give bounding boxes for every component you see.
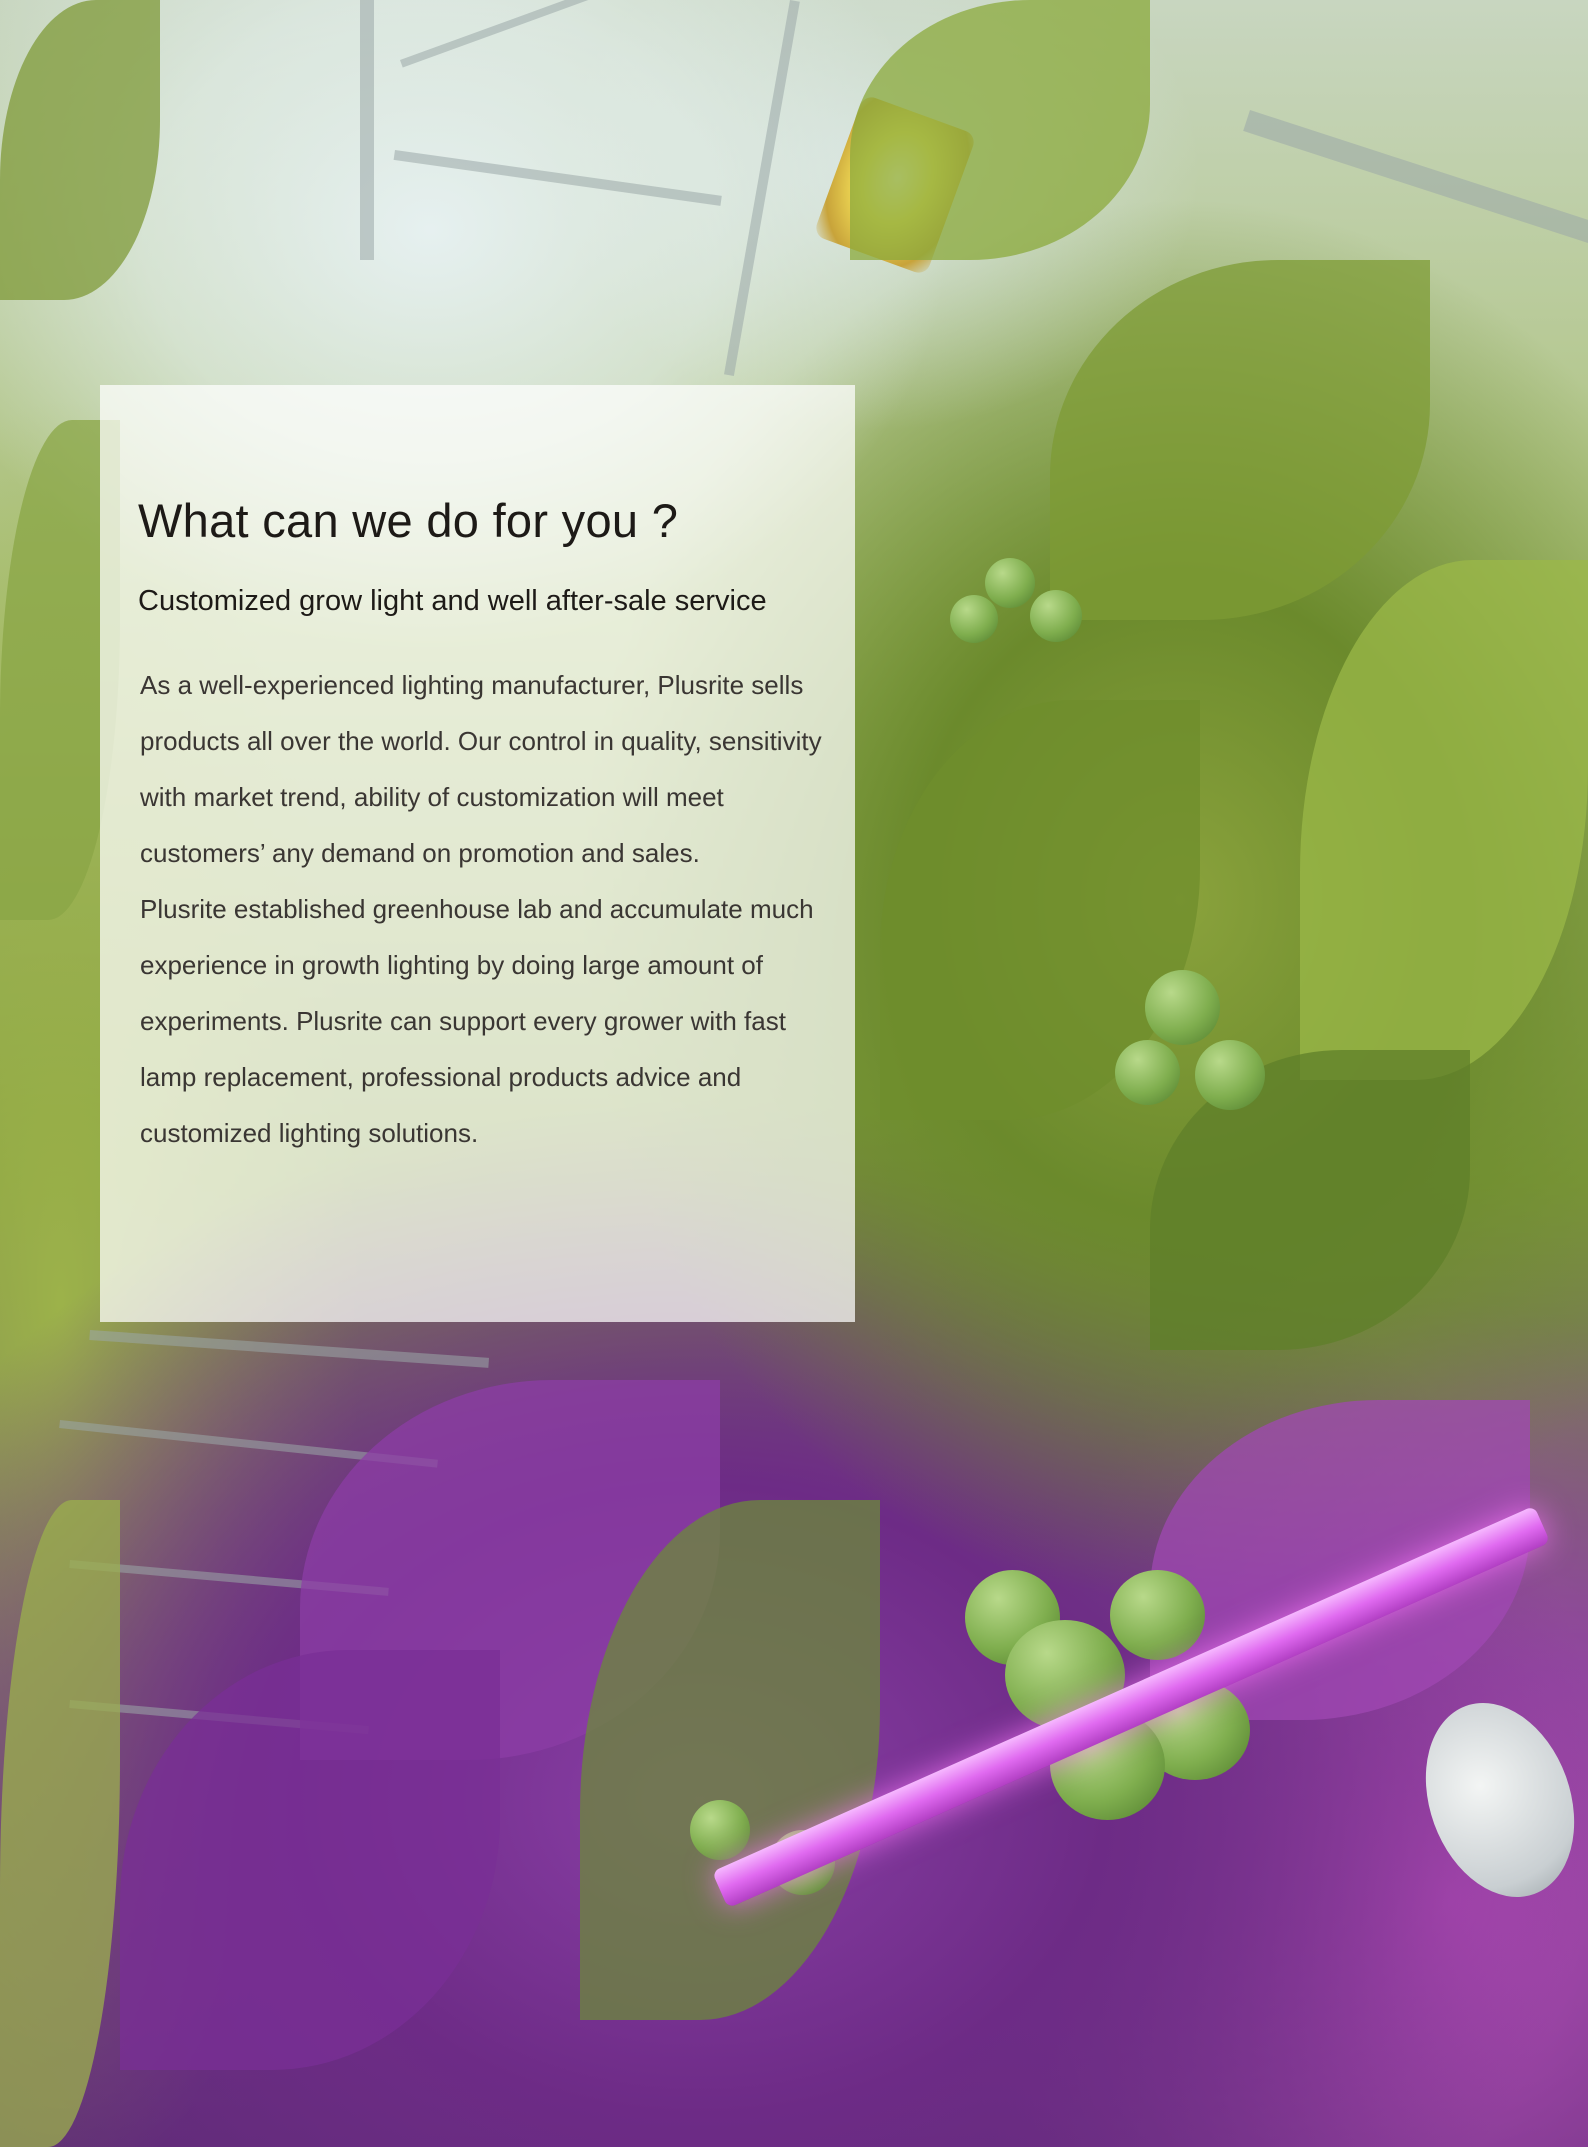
tomato [690,1800,750,1860]
tomato [950,595,998,643]
roof-beam [1243,110,1588,249]
paragraph: Plusrite established greenhouse lab and … [140,894,814,1148]
roof-beam [89,1330,490,1368]
tomato [1195,1040,1265,1110]
roof-beam [393,150,722,206]
leaf [1300,560,1588,1080]
tomato [1115,1040,1180,1105]
tomato [1110,1570,1205,1660]
led-fixture-end-cap [1400,1682,1588,1918]
tomato [1145,970,1220,1045]
tomato [985,558,1035,608]
brochure-page: What can we do for you ? Customized grow… [0,0,1588,2147]
paragraph: As a well-experienced lighting manufactu… [140,670,822,868]
tomato [1030,590,1082,642]
roof-beam [360,0,374,260]
leaf [0,1500,120,2147]
leaf [1050,260,1430,620]
text-panel: What can we do for you ? Customized grow… [100,385,855,1322]
page-title: What can we do for you ? [138,494,679,547]
body-text: As a well-experienced lighting manufactu… [140,657,840,1161]
leaf [1150,1050,1470,1350]
page-subtitle: Customized grow light and well after-sal… [138,585,767,617]
roof-beam [400,0,742,68]
leaf [0,0,160,300]
leaf [850,0,1150,260]
roof-beam [724,0,800,376]
